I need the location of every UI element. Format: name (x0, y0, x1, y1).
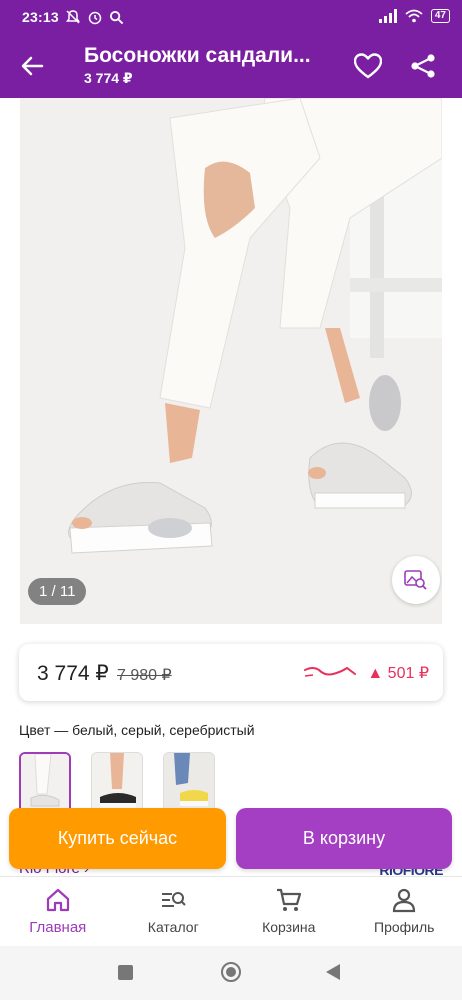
product-title: Босоножки сандали... (84, 44, 311, 67)
image-search-icon (404, 570, 427, 590)
wifi-icon (405, 9, 423, 23)
favorite-heart-icon[interactable] (354, 53, 382, 79)
color-variant-yellow[interactable] (163, 752, 215, 814)
share-icon[interactable] (410, 53, 436, 79)
title-block: Босоножки сандали... 3 774 ₽ (84, 44, 334, 87)
product-gallery[interactable]: 1 / 11 (20, 98, 442, 624)
status-time: 23:13 (22, 9, 59, 25)
variant-white-image (21, 754, 69, 812)
variant-black-image (92, 753, 142, 813)
color-label: Цвет — белый, серый, серебристый (19, 722, 255, 738)
battery-indicator: 47 (430, 9, 450, 23)
visual-search-button[interactable] (392, 556, 440, 604)
color-variants (19, 752, 215, 814)
recents-square-icon[interactable] (118, 965, 133, 980)
color-variant-white[interactable] (19, 752, 71, 814)
back-triangle-icon[interactable] (326, 964, 340, 980)
status-bar: 23:13 47 (0, 0, 462, 36)
system-nav-bar (0, 946, 462, 1000)
back-arrow-icon[interactable] (20, 53, 46, 79)
current-price: 3 774 ₽ (37, 662, 109, 685)
nav-label-catalog: Каталог (147, 919, 199, 935)
nav-label-home: Главная (29, 919, 87, 936)
variant-yellow-image (164, 753, 214, 813)
signal-icon (378, 9, 397, 23)
status-right: 47 (378, 9, 450, 23)
color-variant-black[interactable] (91, 752, 143, 814)
product-photo (20, 98, 442, 624)
price-trend-icon (304, 666, 356, 677)
nav-item-home[interactable]: Главная (0, 877, 116, 946)
nav-label-cart: Корзина (262, 919, 316, 935)
add-to-cart-button[interactable]: В корзину (236, 808, 452, 869)
home-icon (46, 888, 69, 912)
cart-icon (276, 888, 301, 911)
home-circle-icon[interactable] (221, 962, 241, 982)
alarm-icon (88, 11, 102, 25)
catalog-search-icon (162, 892, 186, 907)
search-status-icon (109, 10, 124, 24)
price-card[interactable]: 3 774 ₽ 7 980 ₽ ▲ 501 ₽ (19, 644, 443, 701)
nav-item-catalog[interactable]: Каталог (116, 877, 232, 946)
image-counter: 1 / 11 (28, 578, 87, 605)
nav-label-profile: Профиль (374, 919, 435, 935)
header-price: 3 774 ₽ (84, 70, 133, 86)
price-change: ▲ 501 ₽ (367, 665, 429, 682)
old-price: 7 980 ₽ (117, 667, 172, 684)
muted-bell-icon (65, 10, 80, 24)
nav-item-profile[interactable]: Профиль (347, 877, 462, 946)
nav-item-cart[interactable]: Корзина (231, 877, 347, 946)
status-left: 23:13 (22, 9, 124, 25)
app-root: 23:13 47 Босоножки сандали... 3 774 ₽ 1 … (0, 0, 462, 1000)
bottom-nav: Главная Каталог Корзина Профиль (0, 876, 462, 946)
app-bar: Босоножки сандали... 3 774 ₽ (0, 36, 462, 98)
profile-icon (393, 888, 416, 913)
buy-now-button[interactable]: Купить сейчас (9, 808, 226, 869)
